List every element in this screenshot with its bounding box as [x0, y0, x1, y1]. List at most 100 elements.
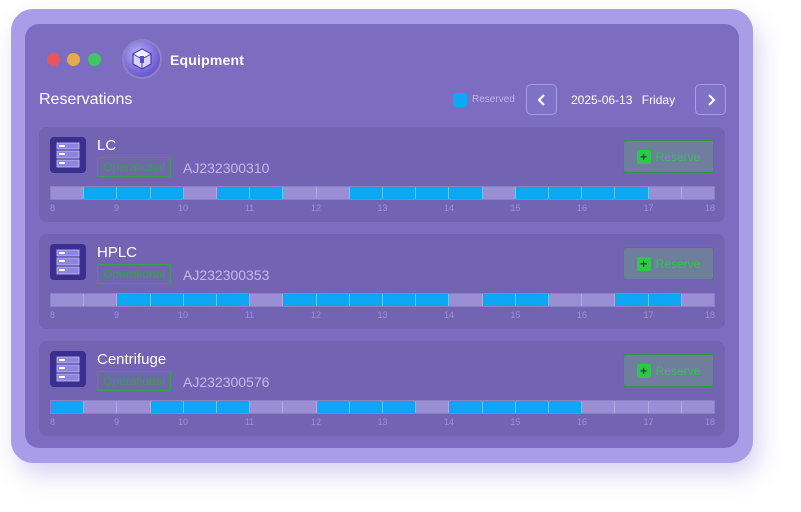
hour-label: 15	[510, 417, 521, 427]
timeslot-free[interactable]	[51, 294, 85, 306]
minimize-window-button[interactable]	[67, 53, 80, 66]
reservation-timeline	[50, 400, 715, 414]
timeslot-reserved[interactable]	[183, 401, 218, 413]
timeslot-free[interactable]	[316, 187, 350, 199]
close-window-button[interactable]	[47, 53, 60, 66]
hour-label: 18	[704, 310, 715, 320]
hour-axis: 8 9 10 11 12 13 14 15 16 17 18	[50, 203, 715, 215]
timeslot-free[interactable]	[582, 294, 616, 306]
timeslot-free[interactable]	[681, 401, 715, 413]
maximize-window-button[interactable]	[88, 53, 101, 66]
timeslot-free[interactable]	[648, 187, 682, 199]
timeslot-reserved[interactable]	[615, 294, 649, 306]
hour-label: 13	[377, 203, 388, 213]
hour-label: 15	[510, 310, 521, 320]
timeslot-free[interactable]	[416, 401, 450, 413]
timeslot-free[interactable]	[681, 187, 715, 199]
reservation-timeline	[50, 293, 715, 307]
timeslot-reserved[interactable]	[416, 187, 450, 199]
hour-label: 18	[704, 417, 715, 427]
timeslot-free[interactable]	[250, 401, 284, 413]
timeslot-free[interactable]	[615, 401, 649, 413]
app-window: Equipment Reservations Reserved 2025-06-…	[25, 24, 739, 448]
timeslot-reserved[interactable]	[117, 294, 151, 306]
timeslot-reserved[interactable]	[416, 294, 450, 306]
hour-label: 14	[443, 417, 455, 427]
equipment-icon	[50, 137, 86, 173]
timeslot-reserved[interactable]	[482, 401, 516, 413]
hour-label: 12	[310, 203, 322, 213]
hour-label: 14	[443, 310, 455, 320]
timeslot-free[interactable]	[183, 187, 218, 199]
hour-axis: 8 9 10 11 12 13 14 15 16 17 18	[50, 310, 715, 322]
equipment-name: LC	[97, 137, 117, 154]
timeslot-reserved[interactable]	[549, 401, 583, 413]
timeslot-reserved[interactable]	[449, 401, 483, 413]
timeslot-free[interactable]	[482, 187, 516, 199]
timeslot-reserved[interactable]	[217, 294, 251, 306]
timeslot-reserved[interactable]	[515, 294, 550, 306]
timeslot-reserved[interactable]	[217, 187, 251, 199]
timeslot-reserved[interactable]	[316, 401, 350, 413]
timeslot-free[interactable]	[549, 294, 583, 306]
asset-id: AJ232300310	[183, 160, 270, 176]
timeslot-free[interactable]	[117, 401, 151, 413]
status-badge: Operational	[97, 157, 172, 177]
hour-label: 13	[377, 310, 388, 320]
timeslot-reserved[interactable]	[51, 401, 85, 413]
timeslot-reserved[interactable]	[515, 401, 550, 413]
timeslot-free[interactable]	[449, 294, 483, 306]
hour-label: 13	[377, 417, 388, 427]
timeslot-free[interactable]	[648, 401, 682, 413]
timeslot-free[interactable]	[84, 294, 118, 306]
timeslot-reserved[interactable]	[349, 187, 384, 199]
hour-label: 12	[310, 417, 322, 427]
timeslot-reserved[interactable]	[117, 187, 151, 199]
timeslot-free[interactable]	[84, 401, 118, 413]
timeslot-reserved[interactable]	[383, 294, 417, 306]
plus-icon: +	[636, 256, 651, 271]
timeslot-reserved[interactable]	[150, 401, 184, 413]
timeslot-free[interactable]	[250, 294, 284, 306]
hour-label: 10	[177, 203, 189, 213]
timeslot-reserved[interactable]	[549, 187, 583, 199]
hour-label: 17	[643, 417, 654, 427]
timeslot-reserved[interactable]	[383, 187, 417, 199]
timeslot-reserved[interactable]	[150, 187, 184, 199]
reserve-button[interactable]: + Reserve	[623, 247, 714, 280]
timeslot-reserved[interactable]	[250, 187, 284, 199]
weekday-value: Friday	[641, 93, 676, 107]
hour-label: 8	[50, 310, 56, 320]
hour-label: 14	[443, 203, 455, 213]
hour-label: 11	[244, 203, 255, 213]
timeslot-reserved[interactable]	[217, 401, 251, 413]
reserve-button-label: Reserve	[655, 363, 701, 378]
timeslot-free[interactable]	[283, 187, 317, 199]
legend-reserved-swatch	[453, 93, 467, 107]
timeslot-reserved[interactable]	[183, 294, 218, 306]
timeslot-reserved[interactable]	[383, 401, 417, 413]
reserve-button[interactable]: + Reserve	[623, 354, 714, 387]
timeslot-reserved[interactable]	[150, 294, 184, 306]
status-badge: Operational	[97, 371, 172, 391]
timeslot-free[interactable]	[51, 187, 85, 199]
timeslot-free[interactable]	[681, 294, 715, 306]
timeslot-reserved[interactable]	[349, 401, 384, 413]
timeslot-free[interactable]	[283, 401, 317, 413]
timeslot-reserved[interactable]	[84, 187, 118, 199]
timeslot-free[interactable]	[582, 401, 616, 413]
timeslot-reserved[interactable]	[283, 294, 317, 306]
timeslot-reserved[interactable]	[648, 294, 682, 306]
timeslot-reserved[interactable]	[449, 187, 483, 199]
timeslot-reserved[interactable]	[515, 187, 550, 199]
next-day-button[interactable]	[695, 84, 726, 115]
timeslot-reserved[interactable]	[316, 294, 350, 306]
hour-label: 8	[50, 203, 56, 213]
timeslot-reserved[interactable]	[615, 187, 649, 199]
reserve-button[interactable]: + Reserve	[623, 140, 714, 173]
timeslot-reserved[interactable]	[349, 294, 384, 306]
previous-day-button[interactable]	[526, 84, 557, 115]
equipment-card: Centrifuge Operational AJ232300576 + Res…	[39, 341, 725, 436]
timeslot-reserved[interactable]	[482, 294, 516, 306]
timeslot-reserved[interactable]	[582, 187, 616, 199]
